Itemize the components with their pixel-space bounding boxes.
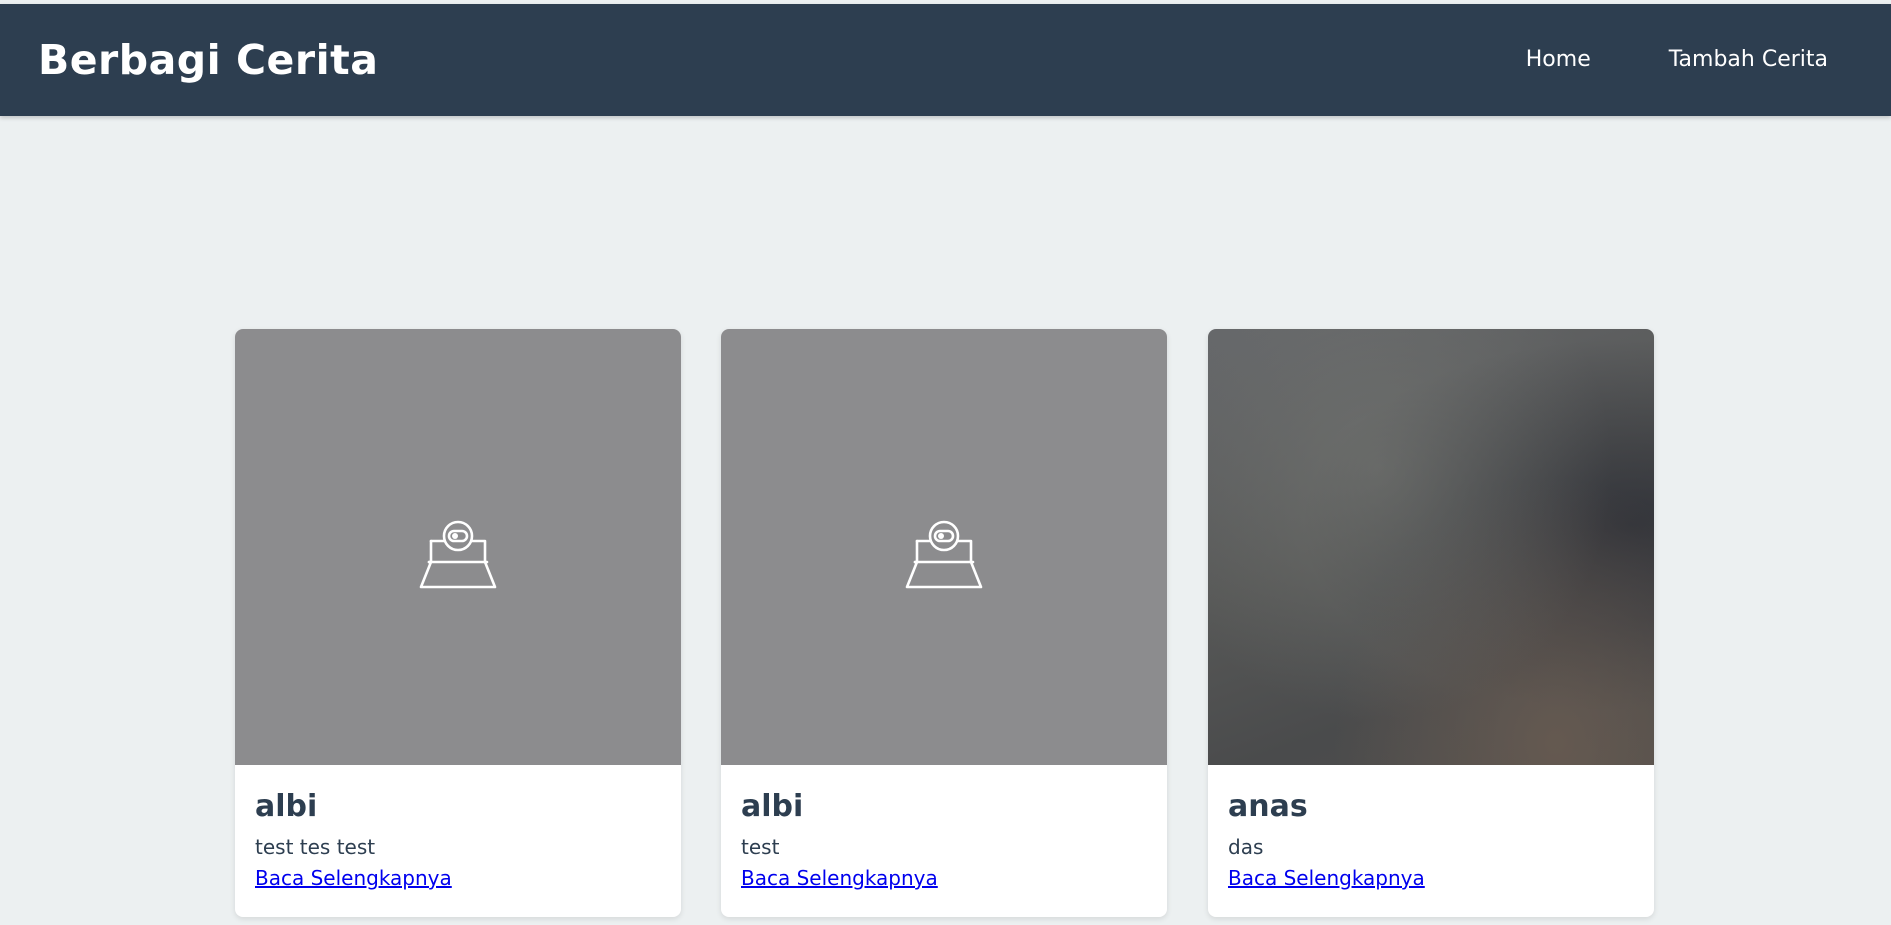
story-description: das <box>1228 835 1264 859</box>
nav-home-link[interactable]: Home <box>1526 42 1591 78</box>
brand-title[interactable]: Berbagi Cerita <box>38 30 378 90</box>
story-author: albi <box>741 789 804 824</box>
read-more-link[interactable]: Baca Selengkapnya <box>1228 864 1425 892</box>
story-description: test <box>741 835 780 859</box>
camera-placeholder-icon <box>905 520 983 589</box>
nav-add-story-link[interactable]: Tambah Cerita <box>1669 42 1828 78</box>
story-description: test tes test <box>255 835 376 859</box>
story-card: albi test tes test Baca Selengkapnya <box>235 329 681 917</box>
story-card-body: anas das Baca Selengkapnya <box>1208 765 1654 892</box>
story-card-body: albi test Baca Selengkapnya <box>721 765 1167 892</box>
story-photo <box>1208 329 1654 765</box>
story-author: anas <box>1228 789 1308 824</box>
camera-placeholder-icon <box>419 520 497 589</box>
main-nav: Home Tambah Cerita <box>1526 42 1828 78</box>
app-header: Berbagi Cerita Home Tambah Cerita <box>0 4 1891 116</box>
story-card: anas das Baca Selengkapnya <box>1208 329 1654 917</box>
story-image-placeholder <box>721 329 1167 765</box>
story-card-body: albi test tes test Baca Selengkapnya <box>235 765 681 892</box>
story-image-placeholder <box>235 329 681 765</box>
story-card: albi test Baca Selengkapnya <box>721 329 1167 917</box>
read-more-link[interactable]: Baca Selengkapnya <box>255 864 452 892</box>
read-more-link[interactable]: Baca Selengkapnya <box>741 864 938 892</box>
story-author: albi <box>255 789 318 824</box>
